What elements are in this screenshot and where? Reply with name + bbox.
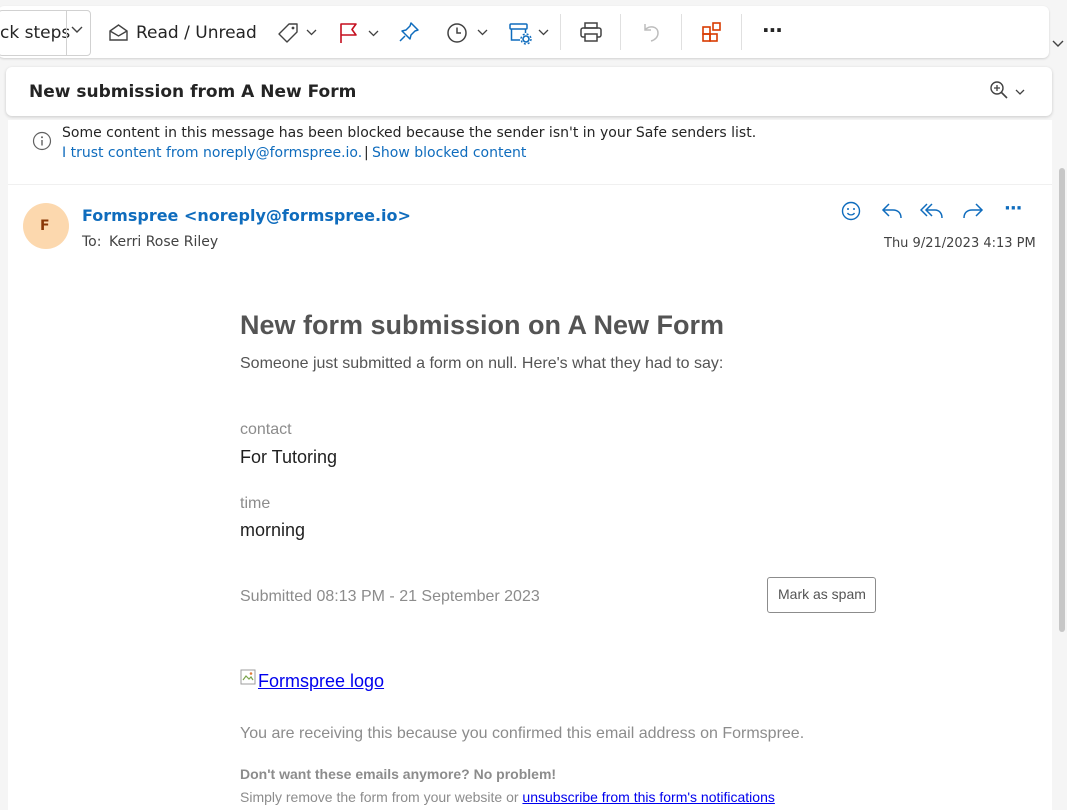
forward-icon[interactable] bbox=[962, 202, 984, 220]
field-value-contact: For Tutoring bbox=[240, 447, 338, 467]
pin-icon[interactable] bbox=[398, 21, 420, 43]
to-label: To: bbox=[82, 234, 102, 250]
email-heading: New form submission on A New Form bbox=[240, 310, 725, 340]
message-date: Thu 9/21/2023 4:13 PM bbox=[884, 236, 1036, 251]
remove-form-notice: Simply remove the form from your website… bbox=[240, 789, 775, 805]
blocked-content-notice: Some content in this message has been bl… bbox=[62, 125, 757, 141]
toolbar-divider bbox=[620, 14, 621, 50]
chevron-down-icon[interactable] bbox=[538, 29, 549, 36]
unsubscribe-link[interactable]: unsubscribe from this form's notificatio… bbox=[522, 789, 774, 805]
toolbar-divider bbox=[560, 14, 561, 50]
submitted-timestamp: Submitted 08:13 PM - 21 September 2023 bbox=[240, 588, 540, 605]
chevron-down-icon[interactable] bbox=[368, 30, 379, 37]
formspree-logo-link[interactable]: Formspree logo bbox=[258, 671, 384, 692]
chevron-down-icon[interactable] bbox=[477, 29, 488, 36]
chevron-down-icon[interactable] bbox=[1015, 89, 1025, 95]
quick-steps-label: ck steps bbox=[0, 23, 71, 43]
scrollbar-thumb[interactable] bbox=[1059, 168, 1065, 632]
apps-icon[interactable] bbox=[701, 21, 723, 43]
remove-form-text: Simply remove the form from your website… bbox=[240, 789, 523, 805]
undo-icon[interactable] bbox=[641, 21, 663, 43]
quick-steps-divider bbox=[66, 11, 67, 55]
field-label-time: time bbox=[240, 495, 271, 512]
broken-image-icon bbox=[240, 669, 256, 685]
tag-icon[interactable] bbox=[277, 22, 299, 44]
sender-name[interactable]: Formspree <noreply@formspree.io> bbox=[82, 206, 411, 225]
flag-icon[interactable] bbox=[339, 22, 359, 44]
clock-icon[interactable] bbox=[446, 22, 468, 44]
info-icon bbox=[32, 131, 52, 151]
reply-all-icon[interactable] bbox=[920, 202, 944, 220]
chevron-down-icon[interactable] bbox=[71, 26, 83, 34]
toolbar-divider bbox=[741, 14, 742, 50]
show-blocked-content-link[interactable]: Show blocked content bbox=[372, 145, 526, 161]
reply-icon[interactable] bbox=[881, 202, 903, 220]
unsubscribe-heading: Don't want these emails anymore? No prob… bbox=[240, 766, 557, 782]
emoji-reaction-icon[interactable] bbox=[841, 201, 861, 221]
more-actions-icon[interactable]: ··· bbox=[1004, 198, 1022, 219]
receiving-notice: You are receiving this because you confi… bbox=[240, 725, 805, 742]
avatar-initial: F bbox=[40, 218, 50, 234]
toolbar-divider bbox=[681, 14, 682, 50]
print-icon[interactable] bbox=[579, 21, 603, 43]
mark-as-spam-label: Mark as spam bbox=[778, 586, 866, 602]
field-label-contact: contact bbox=[240, 421, 292, 438]
recipient-name[interactable]: Kerri Rose Riley bbox=[109, 234, 218, 250]
more-options-icon[interactable]: ··· bbox=[762, 18, 783, 42]
envelope-open-icon bbox=[108, 23, 129, 42]
zoom-icon[interactable] bbox=[989, 80, 1009, 100]
rules-icon[interactable] bbox=[508, 21, 532, 45]
trust-sender-link[interactable]: I trust content from noreply@formspree.i… bbox=[62, 145, 362, 161]
message-subject: New submission from A New Form bbox=[29, 82, 357, 102]
chevron-down-icon[interactable] bbox=[306, 29, 317, 36]
read-unread-label: Read / Unread bbox=[136, 23, 257, 43]
field-value-time: morning bbox=[240, 520, 306, 540]
banner-divider bbox=[8, 184, 1052, 185]
banner-separator: | bbox=[364, 145, 369, 161]
email-intro: Someone just submitted a form on null. H… bbox=[240, 355, 724, 372]
chevron-down-icon[interactable] bbox=[1052, 40, 1064, 48]
